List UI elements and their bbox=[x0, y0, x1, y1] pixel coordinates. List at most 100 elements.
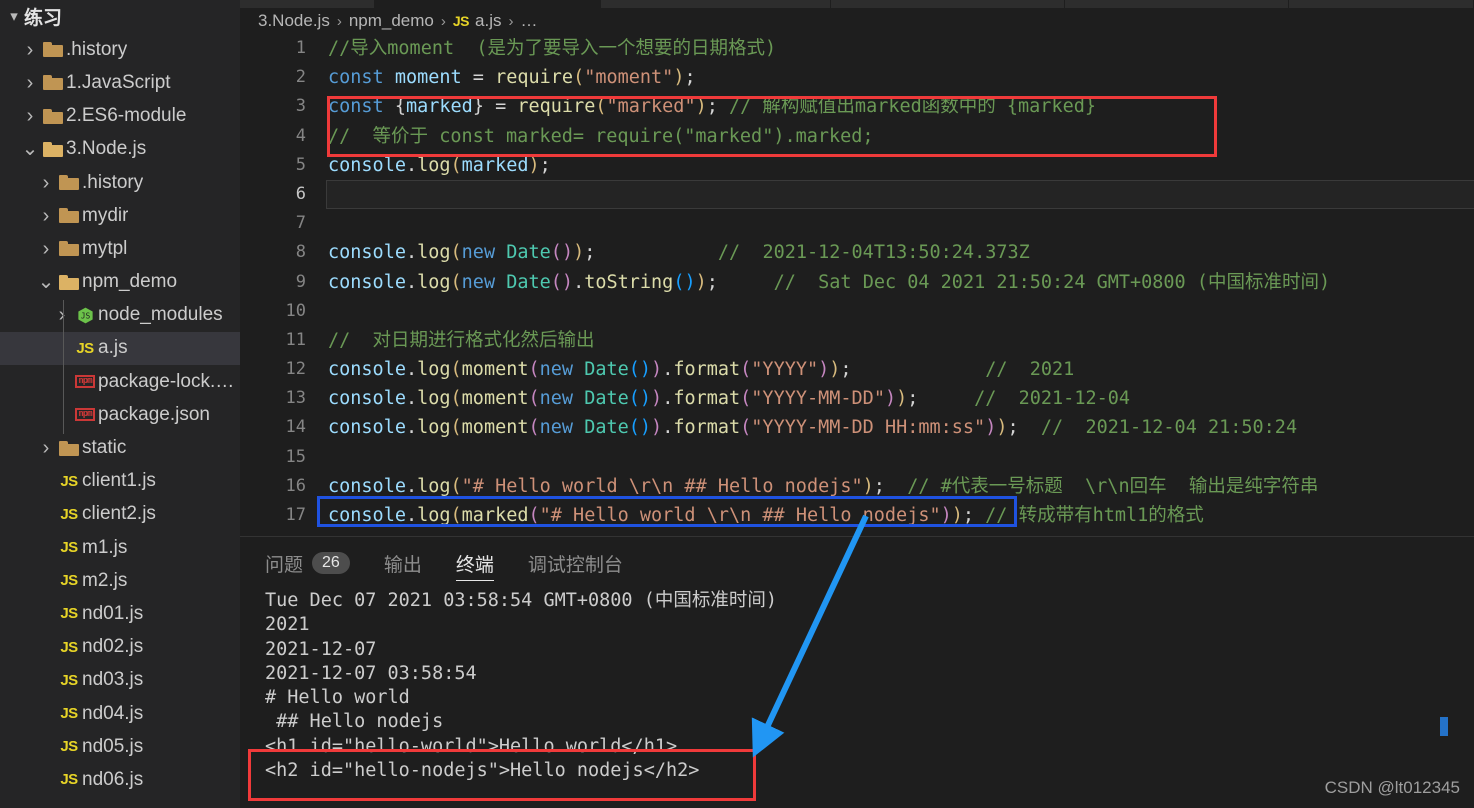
code-editor[interactable]: 1//导入moment (是为了要导入一个想要的日期格式)2const mome… bbox=[240, 34, 1474, 537]
panel-tab-3[interactable]: 调试控制台 bbox=[528, 543, 623, 583]
editor-tab[interactable] bbox=[601, 0, 831, 8]
sidebar-item-client2-js[interactable]: JSclient2.js bbox=[0, 498, 240, 531]
sidebar-item-2-es6-module[interactable]: ›2.ES6-module bbox=[0, 100, 240, 133]
code-line-text[interactable]: const moment = require("moment"); bbox=[328, 63, 696, 92]
editor-tab[interactable] bbox=[240, 0, 375, 8]
code-line[interactable]: 4// 等价于 const marked= require("marked").… bbox=[240, 122, 1474, 151]
chevron-right-icon[interactable]: › bbox=[20, 40, 40, 60]
code-line[interactable]: 13console.log(moment(new Date()).format(… bbox=[240, 384, 1474, 413]
panel-tab-bar[interactable]: 问题26 输出终端调试控制台 bbox=[240, 541, 657, 585]
sidebar-item-nd04-js[interactable]: JSnd04.js bbox=[0, 697, 240, 730]
chevron-right-icon[interactable]: › bbox=[36, 438, 56, 458]
sidebar-item-nd03-js[interactable]: JSnd03.js bbox=[0, 664, 240, 697]
sidebar-item-nd01-js[interactable]: JSnd01.js bbox=[0, 597, 240, 630]
sidebar-item-mytpl[interactable]: ›mytpl bbox=[0, 232, 240, 265]
chevron-right-icon[interactable]: › bbox=[36, 206, 56, 226]
sidebar-item-history[interactable]: ›.history bbox=[0, 33, 240, 66]
code-line[interactable]: 17console.log(marked("# Hello world \r\n… bbox=[240, 501, 1474, 530]
panel-tab-1[interactable]: 输出 bbox=[384, 543, 422, 583]
chevron-right-icon[interactable]: › bbox=[20, 106, 40, 126]
editor-tab-strip[interactable] bbox=[240, 0, 1474, 8]
sidebar-item-client1-js[interactable]: JSclient1.js bbox=[0, 465, 240, 498]
sidebar-item-package-lock-js[interactable]: npmpackage-lock.js... bbox=[0, 365, 240, 398]
terminal-output[interactable]: Tue Dec 07 2021 03:58:54 GMT+0800 (中国标准时… bbox=[240, 589, 1474, 808]
panel-tab-0[interactable]: 问题26 bbox=[265, 543, 350, 583]
code-line[interactable]: 6 bbox=[240, 180, 1474, 209]
sidebar-item-mydir[interactable]: ›mydir bbox=[0, 199, 240, 232]
terminal-line: <h1 id="hello-world">Hello world</h1> bbox=[265, 735, 1474, 759]
js-file-icon: JS bbox=[72, 340, 98, 357]
code-line[interactable]: 3const {marked} = require("marked"); // … bbox=[240, 92, 1474, 121]
code-line[interactable]: 16console.log("# Hello world \r\n ## Hel… bbox=[240, 472, 1474, 501]
folder-open-icon bbox=[40, 142, 66, 157]
editor-tab[interactable] bbox=[1289, 0, 1474, 8]
code-line-text[interactable]: console.log(moment(new Date()).format("Y… bbox=[328, 413, 1297, 442]
sidebar-item-a-js[interactable]: JSa.js bbox=[0, 332, 240, 365]
sidebar-item-m2-js[interactable]: JSm2.js bbox=[0, 564, 240, 597]
sidebar-item-node-modules[interactable]: ›JSnode_modules bbox=[0, 299, 240, 332]
editor-tab-active[interactable] bbox=[375, 0, 601, 8]
code-line[interactable]: 5console.log(marked); bbox=[240, 151, 1474, 180]
code-token: Date bbox=[506, 272, 551, 293]
code-line-text[interactable]: console.log("# Hello world \r\n ## Hello… bbox=[328, 472, 1318, 501]
code-token: . bbox=[662, 359, 673, 380]
chevron-down-icon[interactable]: ⌄ bbox=[36, 277, 56, 287]
editor-tab[interactable] bbox=[1065, 0, 1289, 8]
sidebar-item-3-node-js[interactable]: ⌄3.Node.js bbox=[0, 133, 240, 166]
code-token: // #代表一号标题 \r\n回车 输出是纯字符串 bbox=[907, 476, 1318, 497]
code-line[interactable]: 7 bbox=[240, 209, 1474, 238]
code-line-text[interactable]: console.log(new Date().toString()); // S… bbox=[328, 268, 1330, 297]
code-line[interactable]: 9console.log(new Date().toString()); // … bbox=[240, 268, 1474, 297]
code-line[interactable]: 15 bbox=[240, 443, 1474, 472]
code-token: () bbox=[629, 388, 651, 409]
code-token: ( bbox=[451, 359, 462, 380]
code-token: ( bbox=[551, 242, 562, 263]
code-line[interactable]: 8console.log(new Date()); // 2021-12-04T… bbox=[240, 238, 1474, 267]
explorer-tree[interactable]: ›.history›1.JavaScript›2.ES6-module⌄3.No… bbox=[0, 33, 240, 796]
sidebar-item-nd05-js[interactable]: JSnd05.js bbox=[0, 730, 240, 763]
chevron-right-icon[interactable]: › bbox=[36, 173, 56, 193]
sidebar-item-nd02-js[interactable]: JSnd02.js bbox=[0, 631, 240, 664]
breadcrumb-folder-2[interactable]: npm_demo bbox=[349, 11, 434, 31]
bottom-panel: 问题26 输出终端调试控制台 Tue Dec 07 2021 03:58:54 G… bbox=[240, 537, 1474, 808]
explorer-root-row[interactable]: ▾ 练习 bbox=[0, 0, 240, 33]
code-line-text[interactable]: console.log(new Date()); // 2021-12-04T1… bbox=[328, 238, 1030, 267]
code-line-text[interactable]: console.log(marked("# Hello world \r\n #… bbox=[328, 501, 1204, 530]
sidebar-item-history[interactable]: ›.history bbox=[0, 166, 240, 199]
code-line-text[interactable]: // 对日期进行格式化然后输出 bbox=[328, 326, 595, 355]
chevron-right-icon[interactable]: › bbox=[52, 305, 72, 325]
code-line-text[interactable]: // 等价于 const marked= require("marked").m… bbox=[328, 122, 874, 151]
editor-tab[interactable] bbox=[831, 0, 1065, 8]
sidebar-item-1-javascript[interactable]: ›1.JavaScript bbox=[0, 66, 240, 99]
explorer-sidebar[interactable]: ▾ 练习 ›.history›1.JavaScript›2.ES6-module… bbox=[0, 0, 240, 808]
sidebar-item-static[interactable]: ›static bbox=[0, 431, 240, 464]
code-token: ; bbox=[1007, 417, 1018, 438]
code-line[interactable]: 14console.log(moment(new Date()).format(… bbox=[240, 413, 1474, 442]
sidebar-item-nd06-js[interactable]: JSnd06.js bbox=[0, 763, 240, 796]
code-token: // 等价于 const marked= require("marked").m… bbox=[328, 126, 874, 147]
code-line[interactable]: 1//导入moment (是为了要导入一个想要的日期格式) bbox=[240, 34, 1474, 63]
code-line[interactable]: 2const moment = require("moment"); bbox=[240, 63, 1474, 92]
code-line-text[interactable]: console.log(moment(new Date()).format("Y… bbox=[328, 355, 1074, 384]
code-line[interactable]: 10 bbox=[240, 297, 1474, 326]
code-line-text[interactable]: console.log(moment(new Date()).format("Y… bbox=[328, 384, 1130, 413]
code-line-text[interactable]: console.log(marked); bbox=[328, 151, 551, 180]
code-line[interactable]: 11// 对日期进行格式化然后输出 bbox=[240, 326, 1474, 355]
sidebar-item-m1-js[interactable]: JSm1.js bbox=[0, 531, 240, 564]
breadcrumb-folder-1[interactable]: 3.Node.js bbox=[258, 11, 330, 31]
sidebar-item-package-json[interactable]: npmpackage.json bbox=[0, 398, 240, 431]
panel-tab-2[interactable]: 终端 bbox=[456, 543, 494, 583]
chevron-down-icon[interactable]: ▾ bbox=[4, 9, 24, 24]
code-line-text[interactable]: //导入moment (是为了要导入一个想要的日期格式) bbox=[328, 34, 776, 63]
chevron-right-icon[interactable]: › bbox=[36, 239, 56, 259]
code-line[interactable]: 12console.log(moment(new Date()).format(… bbox=[240, 355, 1474, 384]
breadcrumb-file[interactable]: a.js bbox=[475, 11, 501, 31]
chevron-right-icon[interactable]: › bbox=[20, 73, 40, 93]
breadcrumb[interactable]: 3.Node.js › npm_demo › JS a.js › … bbox=[240, 8, 537, 34]
code-line-text[interactable]: const {marked} = require("marked"); // 解… bbox=[328, 92, 1096, 121]
chevron-down-icon[interactable]: ⌄ bbox=[20, 144, 40, 154]
code-token: format bbox=[673, 417, 740, 438]
code-token: "# Hello world \r\n ## Hello nodejs" bbox=[462, 476, 863, 497]
breadcrumb-symbol-ellipsis[interactable]: … bbox=[520, 11, 537, 31]
sidebar-item-npm-demo[interactable]: ⌄npm_demo bbox=[0, 266, 240, 299]
